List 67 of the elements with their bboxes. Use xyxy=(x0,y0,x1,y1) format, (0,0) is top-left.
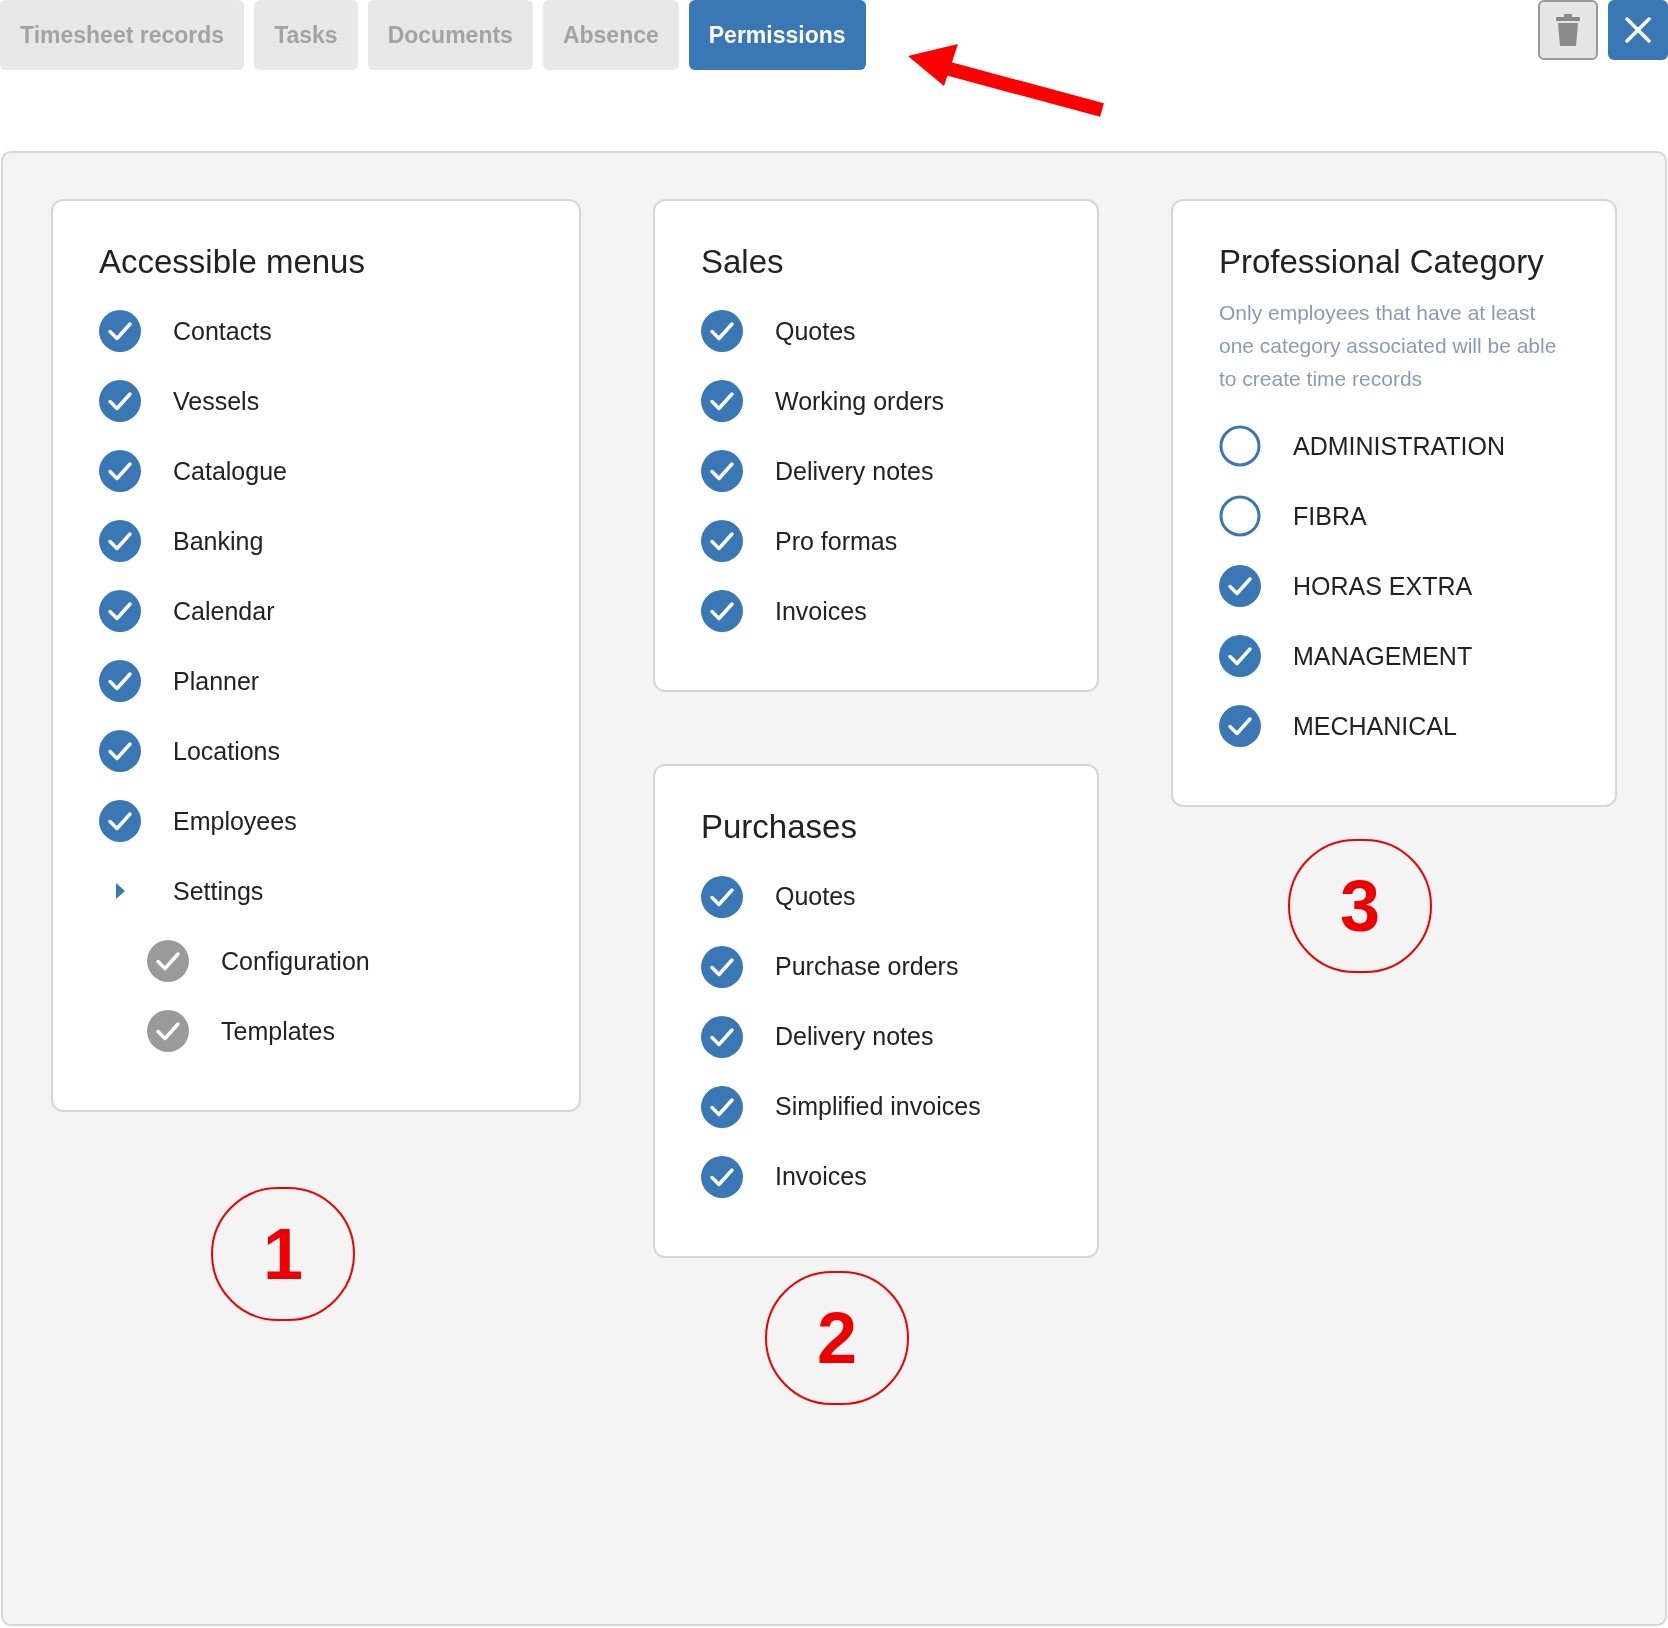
check-circle-icon[interactable] xyxy=(1219,705,1261,748)
close-button[interactable] xyxy=(1608,0,1668,60)
option-label: MECHANICAL xyxy=(1293,710,1457,742)
annotation-number: 2 xyxy=(765,1270,909,1405)
annotation-number: 3 xyxy=(1288,839,1432,974)
check-circle-icon[interactable] xyxy=(99,730,141,773)
tab[interactable]: Tasks xyxy=(254,0,358,70)
empty-circle-icon[interactable] xyxy=(1219,495,1261,538)
group-label[interactable]: Settings xyxy=(173,872,264,910)
check-circle-icon[interactable] xyxy=(1219,635,1261,678)
check-circle-icon[interactable] xyxy=(701,380,743,423)
option-label: Pro formas xyxy=(775,525,898,557)
option-label: Templates xyxy=(221,1015,335,1047)
check-circle-icon[interactable] xyxy=(99,450,141,493)
option-label: Invoices xyxy=(775,595,867,627)
check-circle-icon[interactable] xyxy=(701,1155,743,1198)
check-circle-icon[interactable] xyxy=(701,450,743,493)
check-circle-icon[interactable] xyxy=(701,1085,743,1128)
option-label: Catalogue xyxy=(173,455,287,487)
check-circle-icon[interactable] xyxy=(99,660,141,703)
option-label: Simplified invoices xyxy=(775,1090,981,1122)
close-icon xyxy=(1625,17,1651,43)
card-description: Only employees that have at least one category associated will be able to create time records xyxy=(1219,300,1558,393)
option-label: Configuration xyxy=(221,945,370,977)
option-label: Banking xyxy=(173,525,264,557)
option-label: Contacts xyxy=(173,315,272,347)
option-label: FIBRA xyxy=(1293,500,1367,532)
card-title: Sales xyxy=(701,242,785,282)
check-circle-icon[interactable] xyxy=(701,1015,743,1058)
tab[interactable]: Timesheet records xyxy=(0,0,245,70)
option-label: Quotes xyxy=(775,880,856,912)
annotation-number: 1 xyxy=(211,1187,355,1322)
check-circle-icon[interactable] xyxy=(701,590,743,633)
option-label: Purchase orders xyxy=(775,950,959,982)
check-circle-icon[interactable] xyxy=(99,520,141,563)
tab[interactable]: Documents xyxy=(367,0,533,70)
card-title: Professional Category xyxy=(1219,242,1545,282)
check-circle-icon[interactable] xyxy=(701,945,743,988)
option-label: Invoices xyxy=(775,1160,867,1192)
option-label: Employees xyxy=(173,805,297,837)
card-title: Purchases xyxy=(701,807,858,848)
option-label: Working orders xyxy=(775,385,945,417)
option-label: Vessels xyxy=(173,385,260,417)
check-circle-icon[interactable] xyxy=(99,310,141,353)
option-label: Calendar xyxy=(173,595,275,627)
option-label: Delivery notes xyxy=(775,1020,934,1052)
option-label: Locations xyxy=(173,735,281,767)
check-circle-icon[interactable] xyxy=(99,800,141,843)
option-label: HORAS EXTRA xyxy=(1293,570,1473,602)
check-circle-icon[interactable] xyxy=(1219,565,1261,608)
delete-button[interactable] xyxy=(1538,0,1598,60)
check-circle-icon[interactable] xyxy=(99,380,141,423)
tab[interactable]: Absence xyxy=(542,0,679,70)
option-label: ADMINISTRATION xyxy=(1293,430,1506,462)
option-label: MANAGEMENT xyxy=(1293,640,1473,672)
trash-icon xyxy=(1556,14,1580,46)
check-circle-icon[interactable] xyxy=(701,310,743,353)
check-circle-icon[interactable] xyxy=(99,590,141,633)
option-label: Quotes xyxy=(775,315,856,347)
empty-circle-icon[interactable] xyxy=(1219,425,1261,468)
check-circle-icon[interactable] xyxy=(701,875,743,918)
card-title: Accessible menus xyxy=(99,242,366,282)
check-circle-icon[interactable] xyxy=(701,520,743,563)
option-label: Planner xyxy=(173,665,260,697)
caret-icon[interactable] xyxy=(114,882,126,901)
tab[interactable]: Permissions xyxy=(688,0,866,70)
option-label: Delivery notes xyxy=(775,455,934,487)
